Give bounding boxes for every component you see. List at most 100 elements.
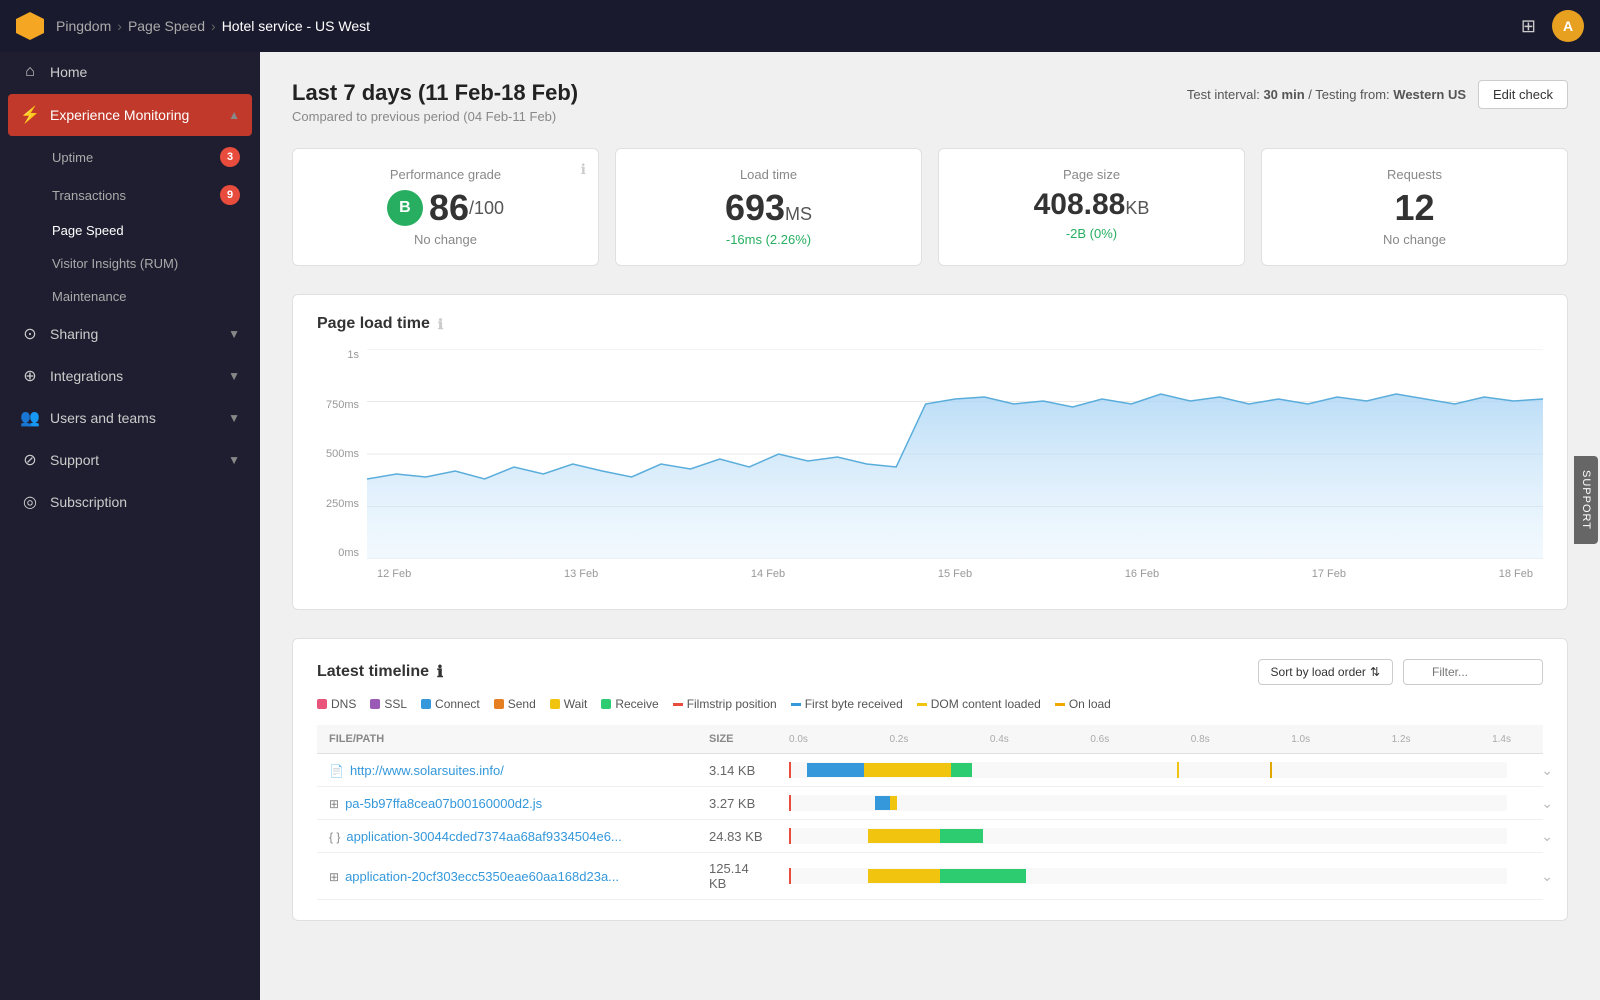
sidebar-item-integrations[interactable]: ⊕ Integrations ▼ bbox=[0, 355, 260, 397]
legend-firstbyte: First byte received bbox=[791, 697, 903, 711]
table-row: ⊞pa-5b97ffa8cea07b00160000d2.js3.27 KB⌄ bbox=[317, 787, 1543, 820]
bar-segment bbox=[807, 763, 864, 777]
timeline-table: FILE/PATH SIZE 0.0s 0.2s 0.4s 0.6s 0.8s … bbox=[317, 725, 1543, 900]
timeline-section: Latest timeline ℹ Sort by load order ⇅ bbox=[292, 638, 1568, 921]
sidebar-item-support[interactable]: ⊘ Support ▼ bbox=[0, 439, 260, 481]
expand-row-button[interactable]: ⌄ bbox=[1541, 868, 1553, 885]
bar-segment bbox=[940, 869, 1026, 883]
expand-row-button[interactable]: ⌄ bbox=[1541, 828, 1553, 845]
compare-label: Compared to previous period (04 Feb-11 F… bbox=[292, 109, 578, 124]
sidebar-item-maintenance[interactable]: Maintenance bbox=[0, 280, 260, 313]
filter-input[interactable] bbox=[1403, 659, 1543, 685]
sidebar-item-sharing[interactable]: ⊙ Sharing ▼ bbox=[0, 313, 260, 355]
chart-section: Page load time ℹ 1s 750ms 500ms 250ms 0m… bbox=[292, 294, 1568, 610]
ssl-color bbox=[370, 699, 380, 709]
sort-button[interactable]: Sort by load order ⇅ bbox=[1258, 659, 1393, 685]
timeline-title: Latest timeline ℹ bbox=[317, 662, 443, 682]
performance-grade-card: Performance grade ℹ B 86/100 No change bbox=[292, 148, 599, 266]
file-path[interactable]: application-30044cded7374aa68af9334504e6… bbox=[346, 829, 621, 844]
filmstrip-line bbox=[789, 795, 791, 811]
home-icon: ⌂ bbox=[20, 63, 40, 81]
sort-icon: ⇅ bbox=[1370, 665, 1380, 679]
sharing-icon: ⊙ bbox=[20, 324, 40, 344]
page-title: Last 7 days (11 Feb-18 Feb) bbox=[292, 80, 578, 106]
file-type-icon: ⊞ bbox=[329, 797, 339, 811]
legend-receive: Receive bbox=[601, 697, 658, 711]
chart-title: Page load time ℹ bbox=[317, 315, 1543, 333]
size-cell: 3.14 KB bbox=[697, 754, 777, 787]
requests-value: 12 bbox=[1394, 187, 1434, 228]
sidebar-item-subscription[interactable]: ◎ Subscription bbox=[0, 481, 260, 523]
dom-loaded-line bbox=[1177, 762, 1179, 778]
file-path[interactable]: http://www.solarsuites.info/ bbox=[350, 763, 504, 778]
size-change: -2B (0%) bbox=[955, 226, 1228, 241]
perf-title: Performance grade bbox=[309, 167, 582, 182]
timeline-header: Latest timeline ℹ Sort by load order ⇅ bbox=[317, 659, 1543, 685]
sidebar-item-experience[interactable]: ⚡ Experience Monitoring ▲ bbox=[8, 94, 252, 136]
size-title: Page size bbox=[955, 167, 1228, 182]
bar-cell: ⌄ bbox=[777, 754, 1543, 787]
breadcrumb-pingdom[interactable]: Pingdom bbox=[56, 18, 111, 34]
expand-row-button[interactable]: ⌄ bbox=[1541, 795, 1553, 812]
perf-info-icon[interactable]: ℹ bbox=[581, 161, 586, 178]
file-path[interactable]: pa-5b97ffa8cea07b00160000d2.js bbox=[345, 796, 542, 811]
bar-cell: ⌄ bbox=[777, 787, 1543, 820]
page-size-card: Page size 408.88KB -2B (0%) bbox=[938, 148, 1245, 266]
edit-check-button[interactable]: Edit check bbox=[1478, 80, 1568, 109]
chevron-down-integrations: ▼ bbox=[228, 369, 240, 383]
perf-suffix: /100 bbox=[469, 198, 504, 219]
size-cell: 125.14 KB bbox=[697, 853, 777, 900]
chart-info-icon[interactable]: ℹ bbox=[438, 316, 443, 333]
perf-change: No change bbox=[309, 232, 582, 247]
requests-card: Requests 12 No change bbox=[1261, 148, 1568, 266]
load-unit: MS bbox=[785, 204, 812, 224]
chart-canvas bbox=[367, 349, 1543, 559]
file-type-icon: ⊞ bbox=[329, 870, 339, 884]
file-path[interactable]: application-20cf303ecc5350eae60aa168d23a… bbox=[345, 869, 619, 884]
topnav: Pingdom › Page Speed › Hotel service - U… bbox=[0, 0, 1600, 52]
bar-cell: ⌄ bbox=[777, 853, 1543, 900]
breadcrumb-pagespeed[interactable]: Page Speed bbox=[128, 18, 205, 34]
page-header-right: Test interval: 30 min / Testing from: We… bbox=[1187, 80, 1568, 109]
bar-segment bbox=[868, 829, 940, 843]
sidebar-item-home[interactable]: ⌂ Home bbox=[0, 52, 260, 92]
transactions-badge: 9 bbox=[220, 185, 240, 205]
file-type-icon: { } bbox=[329, 830, 340, 844]
requests-title: Requests bbox=[1278, 167, 1551, 182]
load-time-card: Load time 693MS -16ms (2.26%) bbox=[615, 148, 922, 266]
grid-icon[interactable]: ⊞ bbox=[1521, 16, 1536, 37]
chevron-down-users: ▼ bbox=[228, 411, 240, 425]
expand-row-button[interactable]: ⌄ bbox=[1541, 762, 1553, 779]
legend-wait: Wait bbox=[550, 697, 588, 711]
firstbyte-line bbox=[791, 703, 801, 706]
filmstrip-line bbox=[789, 762, 791, 778]
sidebar-item-transactions[interactable]: Transactions 9 bbox=[0, 176, 260, 214]
chevron-up-icon: ▲ bbox=[228, 108, 240, 122]
file-cell: 📄http://www.solarsuites.info/ bbox=[317, 754, 697, 787]
legend-filmstrip: Filmstrip position bbox=[673, 697, 777, 711]
sidebar-item-visitor[interactable]: Visitor Insights (RUM) bbox=[0, 247, 260, 280]
breadcrumb: Pingdom › Page Speed › Hotel service - U… bbox=[56, 18, 370, 34]
uptime-badge: 3 bbox=[220, 147, 240, 167]
sidebar-item-users[interactable]: 👥 Users and teams ▼ bbox=[0, 397, 260, 439]
support-tab[interactable]: SUPPORT bbox=[1574, 456, 1598, 544]
chart-y-labels: 1s 750ms 500ms 250ms 0ms bbox=[317, 349, 367, 559]
bar-cell: ⌄ bbox=[777, 820, 1543, 853]
avatar[interactable]: A bbox=[1552, 10, 1584, 42]
subscription-icon: ◎ bbox=[20, 492, 40, 512]
col-size: SIZE bbox=[697, 725, 777, 754]
filmstrip-line bbox=[789, 828, 791, 844]
bar-segment bbox=[890, 796, 897, 810]
users-icon: 👥 bbox=[20, 408, 40, 428]
logo-icon[interactable] bbox=[16, 12, 44, 40]
timeline-info-icon[interactable]: ℹ bbox=[437, 662, 443, 682]
support-icon: ⊘ bbox=[20, 450, 40, 470]
sidebar-item-uptime[interactable]: Uptime 3 bbox=[0, 138, 260, 176]
bar-segment bbox=[951, 763, 973, 777]
sidebar-item-pagespeed[interactable]: Page Speed bbox=[0, 214, 260, 247]
breadcrumb-current: Hotel service - US West bbox=[222, 18, 370, 34]
table-row: 📄http://www.solarsuites.info/3.14 KB⌄ bbox=[317, 754, 1543, 787]
legend-send: Send bbox=[494, 697, 536, 711]
chevron-down-sharing: ▼ bbox=[228, 327, 240, 341]
experience-icon: ⚡ bbox=[20, 105, 40, 125]
